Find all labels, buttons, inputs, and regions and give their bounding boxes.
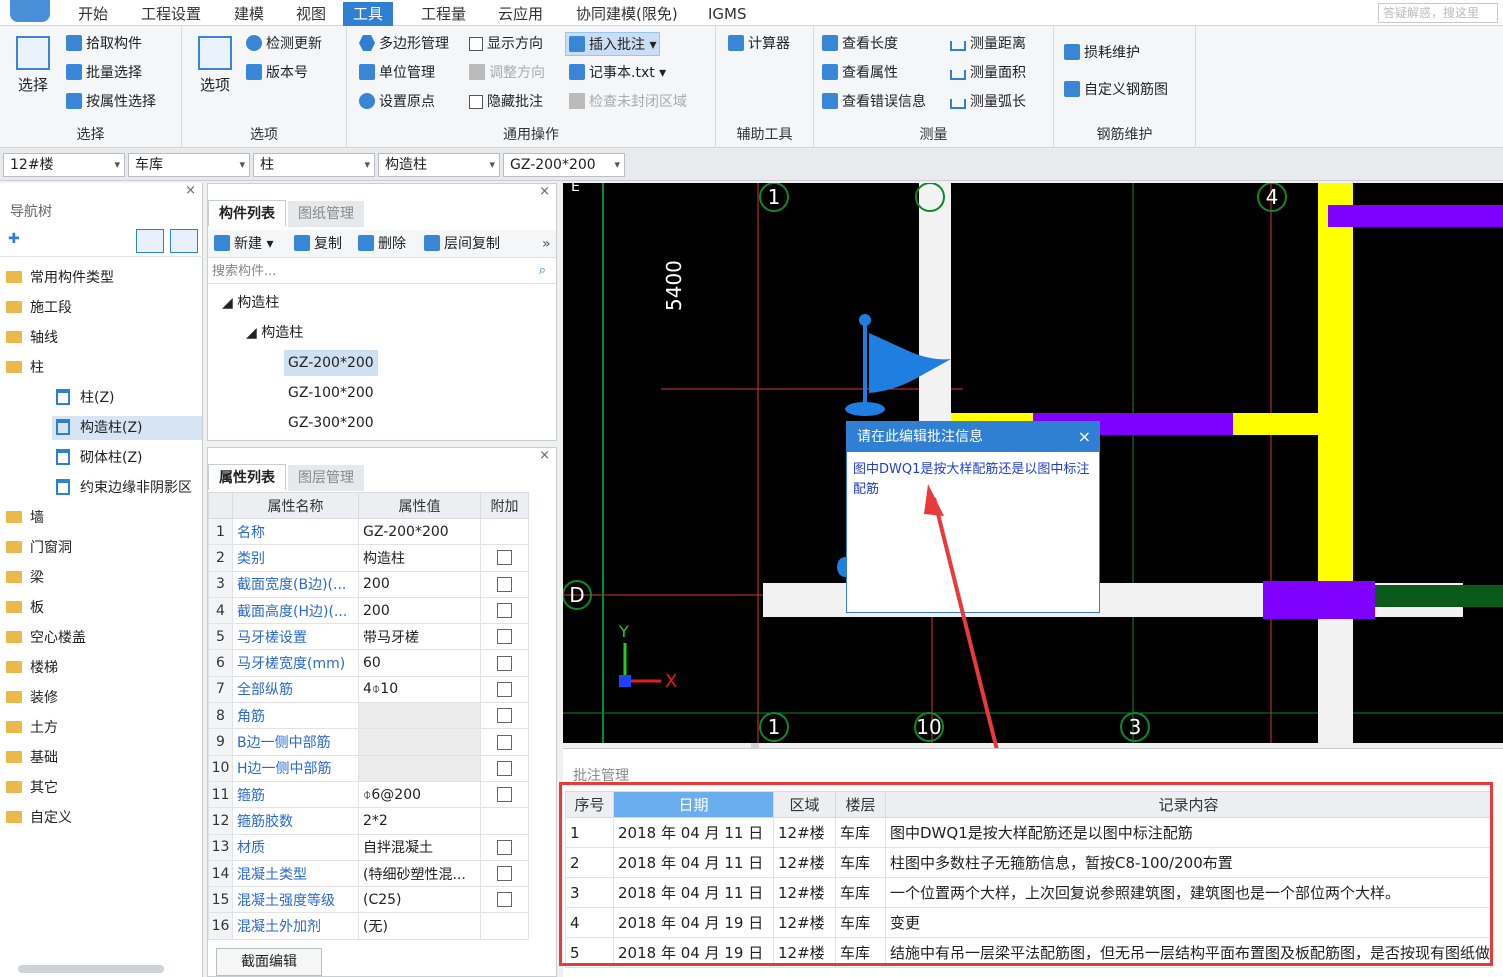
cell-index: 1: [565, 817, 614, 848]
cell-area: 12#楼: [773, 877, 836, 908]
cell-index: 5: [565, 937, 614, 968]
cell-content: 图中DWQ1是按大样配筋还是以图中标注配筋: [885, 817, 1492, 848]
table-row[interactable]: 2 2018 年 04 月 11 日 12#楼 车库 柱图中多数柱子无箍筋信息，暂按C8…: [565, 847, 1492, 878]
cell-index: 4: [565, 907, 614, 938]
cell-floor: 车库: [835, 877, 886, 908]
cell-date: 2018 年 04 月 19 日: [613, 907, 774, 938]
cell-content: 变更: [885, 907, 1492, 938]
cell-floor: 车库: [835, 937, 886, 968]
app-window: 开始 工程设置 建模 视图 工具 工程量 云应用 协同建模(限免) IGMS 答…: [0, 0, 1503, 977]
annotation-panel-title: 批注管理: [573, 768, 629, 784]
column-header-content[interactable]: 记录内容: [885, 791, 1492, 818]
column-header-index[interactable]: 序号: [565, 791, 614, 818]
table-row[interactable]: 3 2018 年 04 月 11 日 12#楼 车库 一个位置两个大样，上次回复说参照建…: [565, 877, 1492, 908]
column-header-date[interactable]: 日期: [613, 791, 774, 818]
cell-area: 12#楼: [773, 907, 836, 938]
table-row[interactable]: 4 2018 年 04 月 19 日 12#楼 车库 变更: [565, 907, 1492, 938]
cell-area: 12#楼: [773, 817, 836, 848]
cell-index: 2: [565, 847, 614, 878]
cell-floor: 车库: [835, 847, 886, 878]
cell-date: 2018 年 04 月 11 日: [613, 817, 774, 848]
table-row[interactable]: 1 2018 年 04 月 11 日 12#楼 车库 图中DWQ1是按大样配筋还是以图中…: [565, 817, 1492, 848]
column-header-floor[interactable]: 楼层: [835, 791, 886, 818]
cell-date: 2018 年 04 月 11 日: [613, 847, 774, 878]
cell-content: 柱图中多数柱子无箍筋信息，暂按C8-100/200布置: [885, 847, 1492, 878]
annotation-panel: 批注管理 序号 日期 区域 楼层 记录内容 1 2018 年 04 月 11 日1…: [563, 748, 1503, 977]
cell-date: 2018 年 04 月 11 日: [613, 877, 774, 908]
cell-date: 2018 年 04 月 19 日: [613, 937, 774, 968]
table-row[interactable]: 5 2018 年 04 月 19 日 12#楼 车库 结施中有吊一层梁平法配筋图，但无吊…: [565, 937, 1492, 968]
cell-area: 12#楼: [773, 937, 836, 968]
annotation-table: 序号 日期 区域 楼层 记录内容 1 2018 年 04 月 11 日 12#楼 车库…: [565, 791, 1492, 968]
cell-content: 结施中有吊一层梁平法配筋图，但无吊一层结构平面布置图及板配筋图，是否按现有图纸做: [885, 937, 1492, 968]
cell-area: 12#楼: [773, 847, 836, 878]
cell-content: 一个位置两个大样，上次回复说参照建筑图，建筑图也是一个部位两个大样。: [885, 877, 1492, 908]
cell-index: 3: [565, 877, 614, 908]
cell-floor: 车库: [835, 817, 886, 848]
red-arrow-head-icon: [924, 484, 944, 516]
annotation-rows: 1 2018 年 04 月 11 日 12#楼 车库 图中DWQ1是按大样配筋还是以图中…: [565, 817, 1492, 968]
column-header-area[interactable]: 区域: [773, 791, 836, 818]
cell-floor: 车库: [835, 907, 886, 938]
